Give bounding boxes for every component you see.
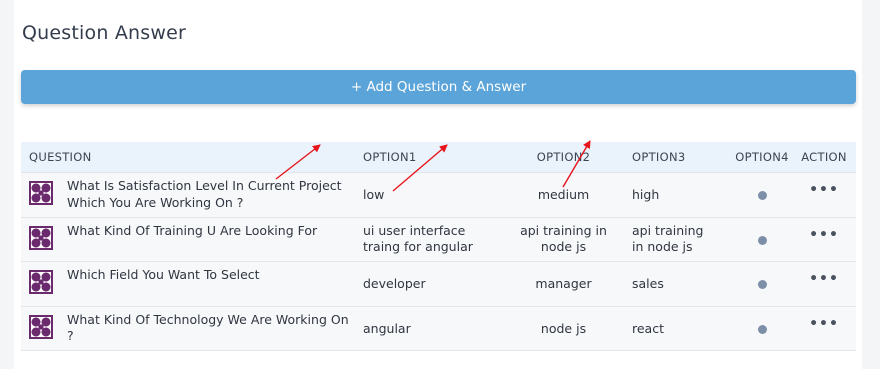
header-option4: OPTION4 [735,150,789,164]
table-row: Which Field You Want To Select developer… [21,262,856,307]
option2-cell: api training in node js [520,222,607,255]
question-text: What Is Satisfaction Level In Current Pr… [67,178,342,210]
header-question: QUESTION [29,150,92,164]
option1-cell: ui user interface traing for angular [363,222,473,255]
option4-cell [732,307,792,337]
option1-cell: low [363,187,385,202]
question-avatar-icon [29,270,53,294]
header-action: ACTION [801,150,847,164]
header-option3: OPTION3 [632,150,686,164]
table-header: QUESTION OPTION1 OPTION2 OPTION3 OPTION4… [21,142,856,173]
action-cell: ••• [792,173,856,198]
option2-cell: node js [540,320,587,336]
header-option2: OPTION2 [536,150,591,164]
more-actions-icon[interactable]: ••• [809,182,839,198]
add-question-answer-button[interactable]: + Add Question & Answer [21,70,856,104]
action-cell: ••• [792,218,856,243]
table-row: What Kind Of Technology We Are Working O… [21,306,856,351]
more-actions-icon[interactable]: ••• [809,316,839,332]
option4-dot-icon [757,235,767,245]
question-avatar-icon [29,225,53,250]
option3-cell: high [632,187,660,202]
option1-cell: developer [363,276,426,291]
option3-cell: sales [632,276,664,291]
option3-cell: api training in node js [632,222,704,255]
question-avatar-icon [29,314,53,339]
option4-dot-icon [757,324,767,334]
option4-dot-icon [757,280,767,289]
option1-cell: angular [363,320,411,336]
question-answer-table: QUESTION OPTION1 OPTION2 OPTION3 OPTION4… [21,142,856,351]
table-row: What Kind Of Training U Are Looking For … [21,217,856,262]
action-cell: ••• [792,307,856,332]
more-actions-icon[interactable]: ••• [809,227,839,243]
page-title: Question Answer [22,22,186,44]
option2-cell: medium [537,187,590,202]
option2-cell: manager [535,276,592,291]
option4-dot-icon [757,191,767,200]
option4-cell [732,218,792,248]
question-avatar-icon [29,181,53,205]
option4-cell [732,173,792,203]
header-option1: OPTION1 [363,150,417,164]
more-actions-icon[interactable]: ••• [809,271,839,287]
add-button-label: + Add Question & Answer [350,79,527,95]
option3-cell: react [632,320,664,336]
question-text: Which Field You Want To Select [67,267,260,282]
question-text: What Kind Of Training U Are Looking For [67,222,318,238]
question-text: What Kind Of Technology We Are Working O… [67,311,349,344]
action-cell: ••• [792,262,856,287]
option4-cell [732,262,792,292]
table-row: What Is Satisfaction Level In Current Pr… [21,173,856,218]
